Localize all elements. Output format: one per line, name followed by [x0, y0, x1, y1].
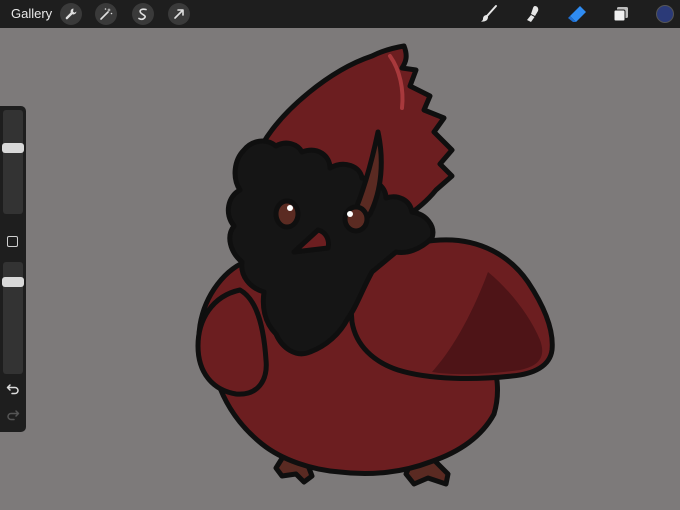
undo-icon[interactable]	[6, 382, 20, 396]
brush-icon	[481, 5, 497, 22]
redo-icon[interactable]	[6, 408, 20, 422]
eraser-tool-button[interactable]	[565, 3, 589, 25]
gallery-button[interactable]: Gallery	[11, 6, 52, 21]
layers-button[interactable]	[609, 3, 633, 25]
smudge-icon	[527, 6, 539, 22]
right-eye	[342, 204, 370, 234]
selection-button[interactable]	[132, 3, 154, 25]
selection-icon	[138, 8, 147, 21]
color-picker-button[interactable]	[656, 5, 674, 23]
transform-arrow-icon	[174, 9, 184, 19]
eraser-icon	[568, 6, 586, 22]
opacity-slider[interactable]	[2, 262, 24, 374]
modify-button[interactable]	[7, 236, 18, 247]
opacity-thumb[interactable]	[2, 277, 24, 287]
wrench-icon	[65, 8, 77, 20]
smudge-tool-button[interactable]	[521, 3, 545, 25]
left-eye	[273, 198, 301, 230]
brush-size-slider[interactable]	[2, 110, 24, 214]
magic-wand-icon	[100, 8, 113, 20]
left-eye-glint	[287, 205, 293, 211]
brush-size-thumb[interactable]	[2, 143, 24, 153]
right-eye-glint	[347, 211, 353, 217]
drawing-canvas[interactable]	[0, 28, 680, 510]
layers-icon	[613, 7, 628, 22]
top-toolbar: Gallery	[0, 0, 680, 28]
brush-sidebar	[0, 106, 26, 432]
transform-button[interactable]	[168, 3, 190, 25]
actions-button[interactable]	[60, 3, 82, 25]
adjustments-button[interactable]	[95, 3, 117, 25]
brush-tool-button[interactable]	[477, 3, 501, 25]
